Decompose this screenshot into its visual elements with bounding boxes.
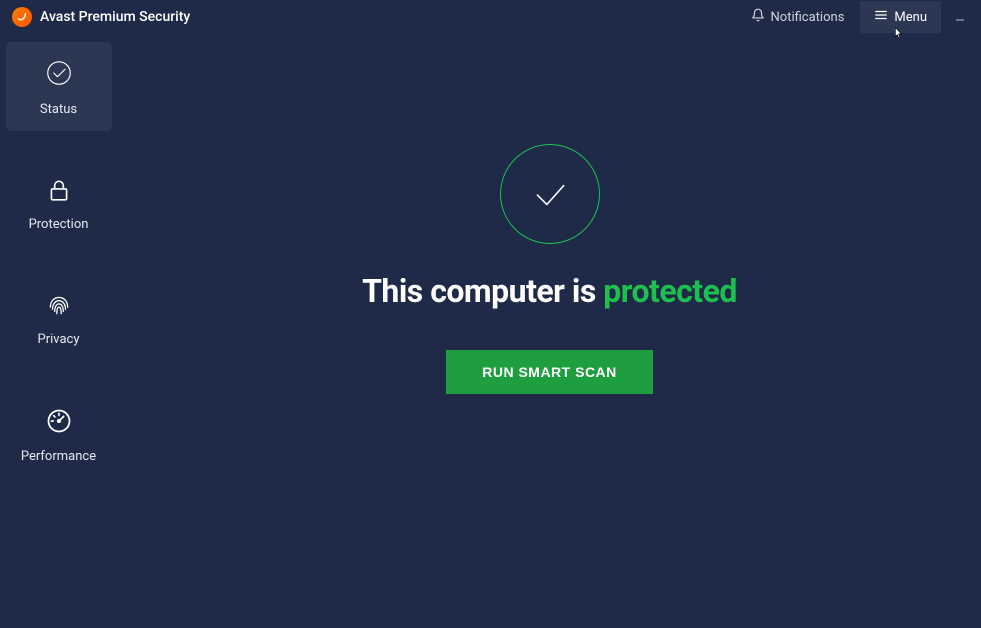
notifications-label: Notifications [771, 10, 845, 25]
sidebar-item-privacy[interactable]: Privacy [6, 276, 112, 361]
checkmark-circle-icon [44, 58, 74, 92]
sidebar-item-label: Performance [21, 449, 96, 464]
sidebar: Status Protection Privacy [0, 34, 118, 628]
sidebar-item-protection[interactable]: Protection [6, 161, 112, 246]
main-panel: This computer is protected RUN SMART SCA… [118, 34, 981, 628]
sidebar-item-label: Status [40, 102, 77, 117]
fingerprint-icon [46, 292, 72, 322]
app-title: Avast Premium Security [40, 9, 190, 25]
status-prefix: This computer is [362, 272, 603, 310]
menu-button[interactable]: Menu [860, 1, 941, 33]
sidebar-item-label: Privacy [38, 332, 80, 347]
gauge-icon [45, 407, 73, 439]
lock-icon [46, 177, 72, 207]
sidebar-item-label: Protection [29, 217, 89, 232]
sidebar-item-status[interactable]: Status [6, 42, 112, 131]
titlebar: Avast Premium Security Notifications Men… [0, 0, 981, 34]
avast-logo-icon [12, 7, 32, 27]
run-smart-scan-button[interactable]: RUN SMART SCAN [446, 350, 653, 394]
hamburger-icon [874, 8, 888, 26]
notifications-button[interactable]: Notifications [739, 2, 857, 32]
status-text: This computer is protected [362, 272, 737, 310]
status-word: protected [603, 272, 737, 310]
bell-icon [751, 8, 765, 26]
minimize-button[interactable] [945, 2, 975, 32]
menu-label: Menu [894, 10, 927, 25]
sidebar-item-performance[interactable]: Performance [6, 391, 112, 478]
status-checkmark-icon [500, 144, 600, 244]
